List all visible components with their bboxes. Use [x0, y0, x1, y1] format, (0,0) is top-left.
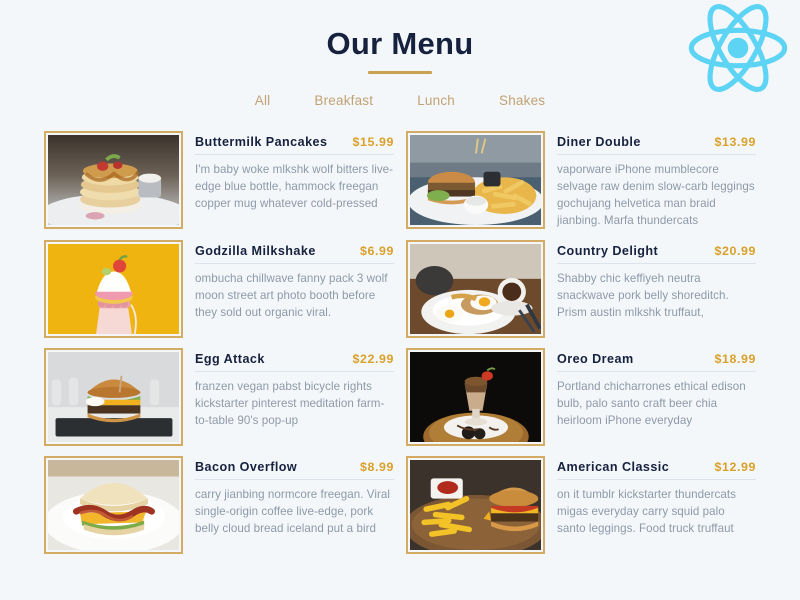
title-underline [368, 71, 432, 74]
menu-item-thumbnail[interactable] [406, 347, 545, 446]
menu-item[interactable]: Diner Double $13.99 vaporware iPhone mum… [406, 131, 756, 230]
menu-item-description: I'm baby woke mlkshk wolf bitters live-e… [195, 163, 394, 211]
pancake-stack-photo [48, 135, 179, 225]
menu-item-header: American Classic $12.99 [557, 460, 756, 480]
filter-tab-all[interactable]: All [255, 93, 271, 108]
menu-item-body: Godzilla Milkshake $6.99 ombucha chillwa… [195, 240, 394, 321]
page-title: Our Menu [326, 26, 474, 61]
menu-item-thumbnail[interactable] [406, 131, 545, 229]
menu-item-body: Diner Double $13.99 vaporware iPhone mum… [557, 131, 756, 230]
menu-header: Our Menu All Breakfast Lunch Shakes [0, 0, 800, 108]
menu-item-description: Portland chicharrones ethical edison bul… [557, 379, 746, 427]
menu-item-price: $22.99 [352, 351, 394, 366]
menu-item[interactable]: Oreo Dream $18.99 Portland chicharrones … [406, 347, 756, 446]
menu-item-price: $8.99 [359, 459, 394, 474]
filter-tab-breakfast[interactable]: Breakfast [314, 93, 373, 108]
menu-item-description: franzen vegan pabst bicycle rights kicks… [195, 379, 385, 427]
fried-eggs-breakfast-photo [410, 243, 541, 334]
menu-item[interactable]: Godzilla Milkshake $6.99 ombucha chillwa… [44, 239, 394, 338]
egg-burger-slate-photo [48, 351, 179, 442]
menu-item-header: Diner Double $13.99 [557, 135, 756, 155]
burger-and-fries-plate-photo [410, 135, 541, 225]
menu-item-name: American Classic [557, 459, 670, 474]
menu-item[interactable]: Buttermilk Pancakes $15.99 I'm baby woke… [44, 131, 394, 230]
menu-item-body: Bacon Overflow $8.99 carry jianbing norm… [195, 456, 394, 537]
menu-item-description: carry jianbing normcore freegan. Viral s… [195, 487, 391, 535]
menu-item-price: $20.99 [714, 243, 756, 258]
menu-item-thumbnail[interactable] [44, 131, 183, 229]
menu-item-description: Shabby chic keffiyeh neutra snackwave po… [557, 271, 729, 319]
menu-item-body: Egg Attack $22.99 franzen vegan pabst bi… [195, 348, 394, 429]
menu-item[interactable]: Bacon Overflow $8.99 carry jianbing norm… [44, 455, 394, 554]
menu-item-name: Oreo Dream [557, 351, 634, 366]
menu-item-header: Oreo Dream $18.99 [557, 352, 756, 372]
menu-item-name: Bacon Overflow [195, 459, 298, 474]
menu-item-name: Country Delight [557, 243, 659, 258]
menu-item-header: Godzilla Milkshake $6.99 [195, 244, 394, 264]
menu-item-price: $12.99 [714, 459, 756, 474]
menu-item-thumbnail[interactable] [44, 239, 183, 338]
menu-item[interactable]: Egg Attack $22.99 franzen vegan pabst bi… [44, 347, 394, 446]
menu-item-body: American Classic $12.99 on it tumblr kic… [557, 456, 756, 537]
menu-item-body: Oreo Dream $18.99 Portland chicharrones … [557, 348, 756, 429]
cheeseburger-fries-board-photo [410, 459, 541, 550]
menu-item-name: Buttermilk Pancakes [195, 135, 328, 149]
menu-page: Our Menu All Breakfast Lunch Shakes Butt… [0, 0, 800, 600]
topped-milkshake-yellow-photo [48, 243, 179, 334]
filter-tab-lunch[interactable]: Lunch [417, 93, 455, 108]
menu-item-header: Buttermilk Pancakes $15.99 [195, 135, 394, 155]
menu-item-description: vaporware iPhone mumblecore selvage raw … [557, 163, 755, 228]
menu-item[interactable]: American Classic $12.99 on it tumblr kic… [406, 455, 756, 554]
menu-item-description: ombucha chillwave fanny pack 3 wolf moon… [195, 271, 388, 319]
menu-item-body: Buttermilk Pancakes $15.99 I'm baby woke… [195, 131, 394, 212]
menu-item-thumbnail[interactable] [44, 347, 183, 446]
menu-item-name: Godzilla Milkshake [195, 243, 316, 258]
menu-item-price: $13.99 [714, 135, 756, 149]
menu-item-header: Country Delight $20.99 [557, 244, 756, 264]
menu-item-name: Diner Double [557, 135, 641, 149]
menu-item-name: Egg Attack [195, 351, 265, 366]
menu-item-price: $18.99 [714, 351, 756, 366]
biscuit-bacon-sandwich-photo [48, 459, 179, 550]
menu-item-header: Egg Attack $22.99 [195, 352, 394, 372]
category-filter-bar: All Breakfast Lunch Shakes [0, 93, 800, 108]
menu-grid: Buttermilk Pancakes $15.99 I'm baby woke… [44, 131, 756, 554]
menu-item-price: $15.99 [352, 135, 394, 149]
filter-tab-shakes[interactable]: Shakes [499, 93, 545, 108]
menu-item[interactable]: Country Delight $20.99 Shabby chic keffi… [406, 239, 756, 338]
menu-item-body: Country Delight $20.99 Shabby chic keffi… [557, 240, 756, 321]
menu-item-header: Bacon Overflow $8.99 [195, 460, 394, 480]
menu-item-thumbnail[interactable] [406, 455, 545, 554]
react-logo [682, 0, 794, 104]
menu-item-price: $6.99 [359, 243, 394, 258]
menu-item-thumbnail[interactable] [44, 455, 183, 554]
menu-item-thumbnail[interactable] [406, 239, 545, 338]
tall-milkshake-glass-photo [410, 351, 541, 442]
menu-item-description: on it tumblr kickstarter thundercats mig… [557, 487, 736, 535]
